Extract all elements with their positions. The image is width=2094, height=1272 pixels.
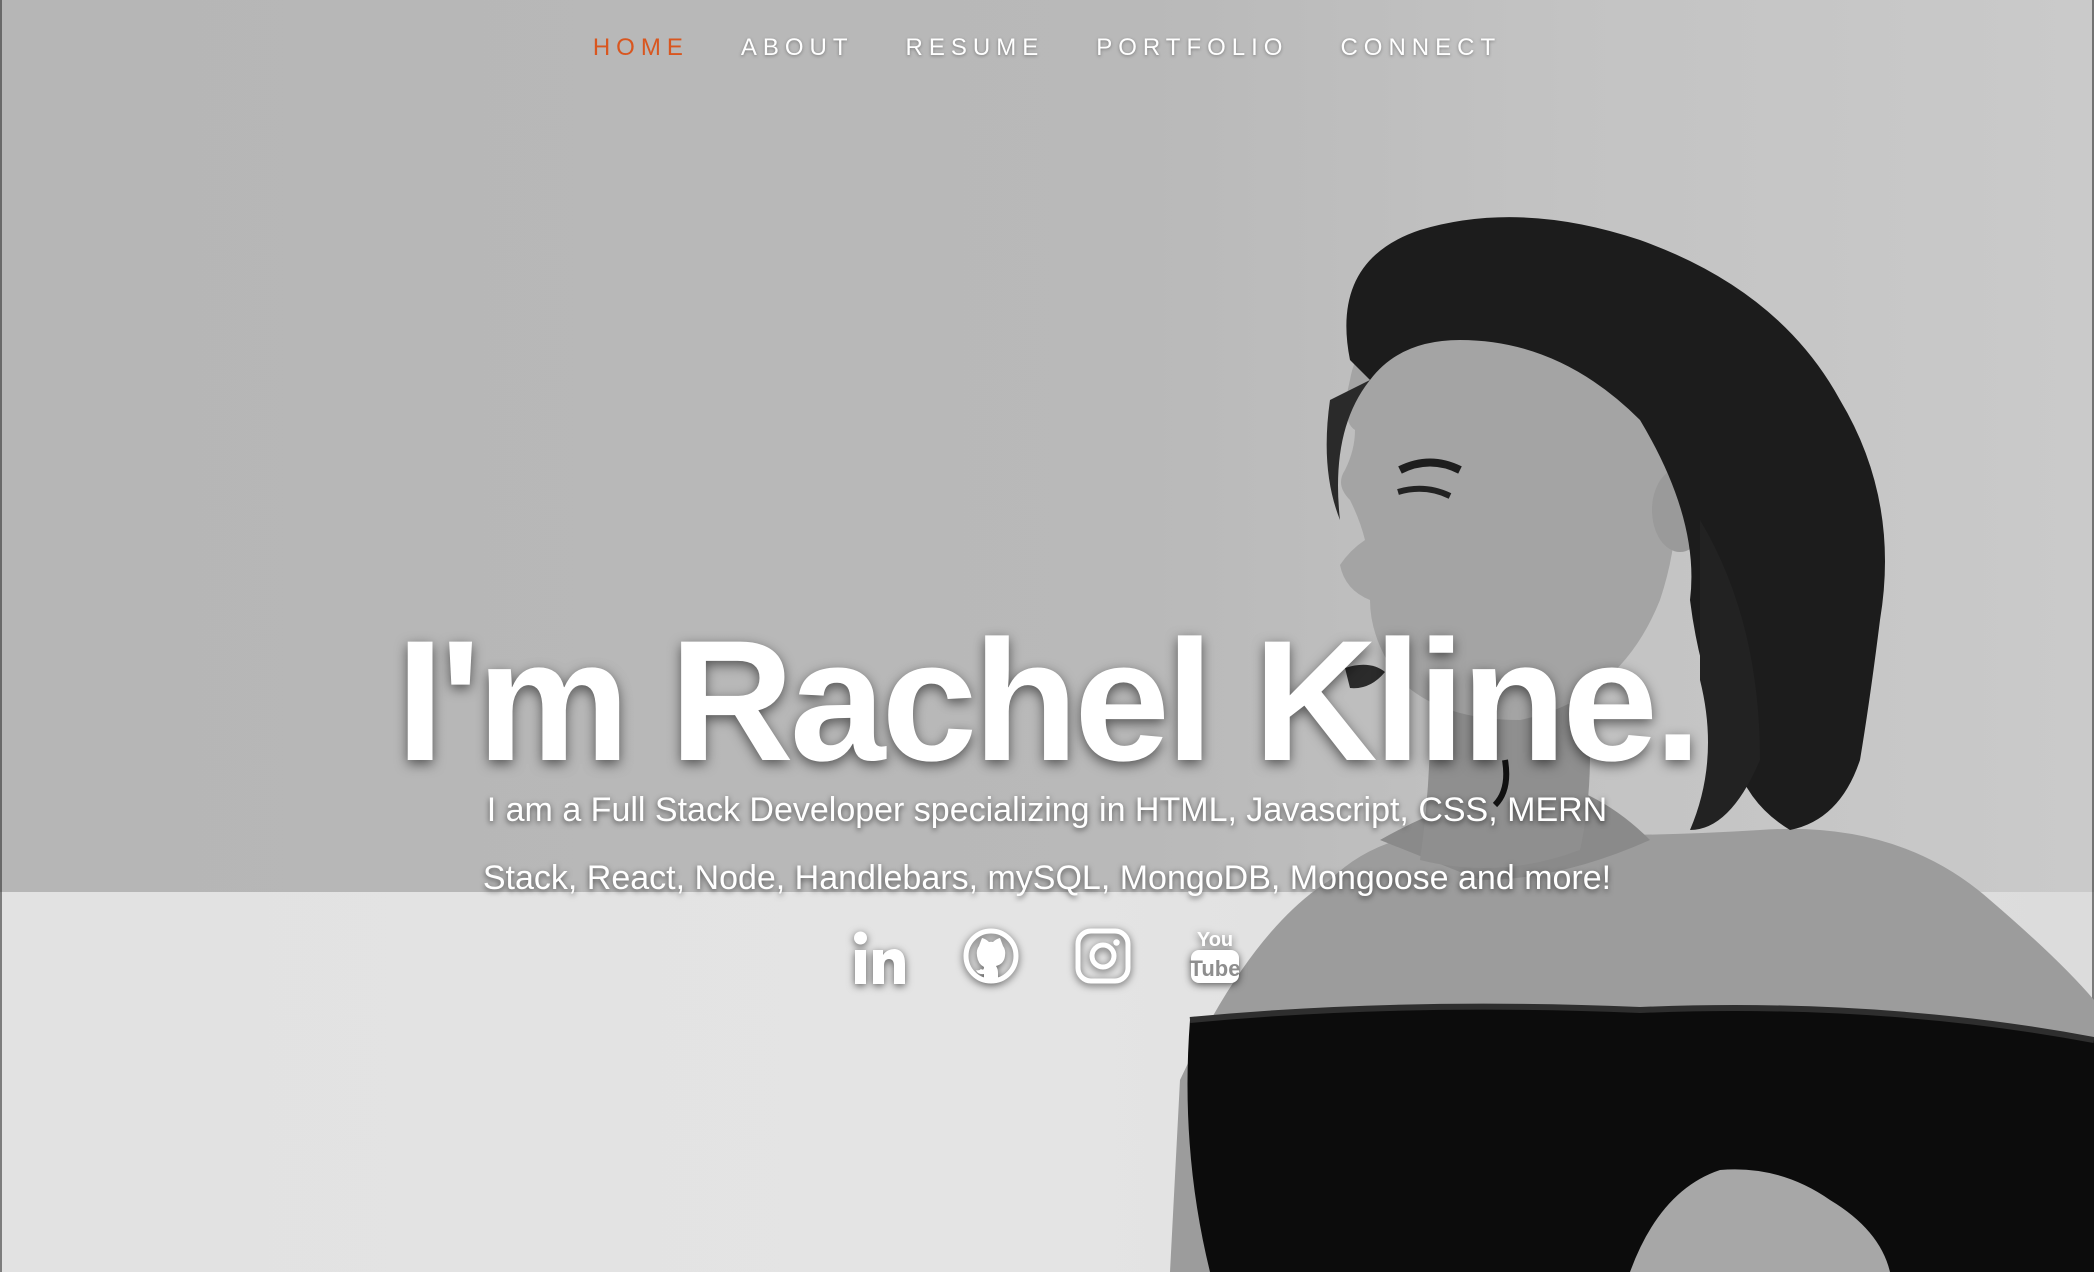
nav-home[interactable]: HOME	[567, 30, 715, 66]
hero-tagline: I am a Full Stack Developer specializing…	[482, 791, 1612, 897]
github-icon[interactable]	[961, 924, 1021, 988]
hero-headline: I'm Rachel Kline.	[396, 605, 1702, 798]
nav-portfolio[interactable]: PORTFOLIO	[1070, 30, 1314, 66]
social-links: You Tube	[0, 924, 2094, 988]
top-nav: HOME ABOUT RESUME PORTFOLIO CONNECT	[0, 30, 2094, 66]
instagram-icon[interactable]	[1073, 924, 1133, 988]
youtube-text-top: You	[1197, 929, 1233, 951]
nav-about[interactable]: ABOUT	[715, 30, 880, 66]
youtube-icon[interactable]: You Tube	[1185, 924, 1245, 988]
youtube-text-bottom: Tube	[1190, 956, 1241, 981]
page: HOME ABOUT RESUME PORTFOLIO CONNECT I'm …	[0, 0, 2094, 1272]
nav-resume[interactable]: RESUME	[880, 30, 1071, 66]
linkedin-icon[interactable]	[849, 924, 909, 988]
nav-connect[interactable]: CONNECT	[1314, 30, 1527, 66]
